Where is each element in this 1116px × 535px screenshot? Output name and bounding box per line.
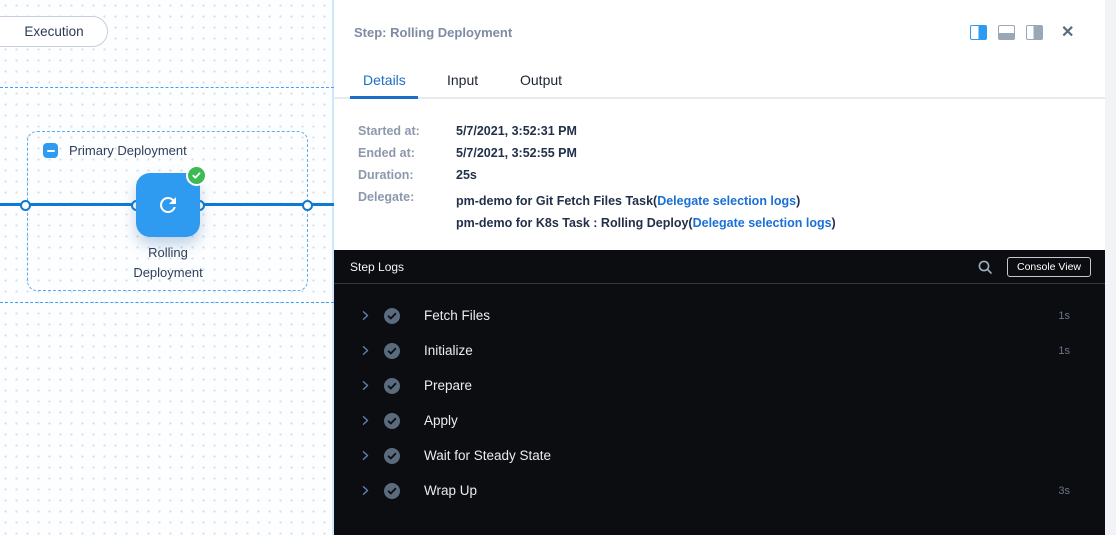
close-icon[interactable]: ✕ (1061, 22, 1074, 42)
ended-at-value: 5/7/2021, 3:52:55 PM (456, 146, 836, 161)
connector-port-group-right (302, 200, 313, 211)
tab-details[interactable]: Details (363, 72, 406, 88)
step-logs-title: Step Logs (350, 260, 404, 274)
log-duration: 3s (1058, 485, 1070, 497)
duration-value: 25s (456, 168, 836, 183)
stage-boundary-bottom (0, 302, 334, 303)
log-row-apply[interactable]: Apply (334, 403, 1105, 438)
chevron-right-icon[interactable] (360, 415, 371, 426)
log-row-fetch-files[interactable]: Fetch Files 1s (334, 298, 1105, 333)
search-icon[interactable] (977, 259, 993, 275)
group-label: Primary Deployment (69, 143, 187, 158)
node-label: Rolling Deployment (113, 243, 223, 283)
layout-split-right-icon[interactable] (970, 25, 987, 40)
panel-title: Step: Rolling Deployment (354, 25, 512, 40)
stage-boundary-top (0, 87, 334, 88)
log-row-prepare[interactable]: Prepare (334, 368, 1105, 403)
collapse-group-checkbox[interactable] (43, 143, 58, 158)
log-row-initialize[interactable]: Initialize 1s (334, 333, 1105, 368)
log-duration: 1s (1058, 345, 1070, 357)
rollback-refresh-icon (156, 193, 180, 217)
success-check-icon (384, 378, 400, 394)
tab-divider (334, 97, 1105, 99)
success-check-icon (384, 413, 400, 429)
started-at-label: Started at: (358, 124, 456, 139)
layout-panel-right-icon[interactable] (1026, 25, 1043, 40)
group-header: Primary Deployment (43, 143, 187, 158)
log-rows: Fetch Files 1s Initialize 1s Prepare App… (334, 284, 1105, 508)
log-row-wait-for-steady-state[interactable]: Wait for Steady State (334, 438, 1105, 473)
log-duration: 1s (1058, 310, 1070, 322)
success-check-icon (384, 483, 400, 499)
success-check-icon (384, 448, 400, 464)
delegate-line-1: pm-demo for Git Fetch Files Task(Delegat… (456, 190, 836, 212)
step-details-panel: Step: Rolling Deployment ✕ Details Input… (334, 0, 1105, 250)
duration-label: Duration: (358, 168, 456, 183)
success-check-icon (384, 308, 400, 324)
chevron-right-icon[interactable] (360, 345, 371, 356)
details-section: Started at: 5/7/2021, 3:52:31 PM Ended a… (358, 124, 836, 234)
log-row-wrap-up[interactable]: Wrap Up 3s (334, 473, 1105, 508)
execution-tab-label: Execution (24, 24, 83, 39)
delegate-value: pm-demo for Git Fetch Files Task(Delegat… (456, 190, 836, 234)
chevron-right-icon[interactable] (360, 380, 371, 391)
success-check-badge (186, 165, 207, 186)
minus-icon (47, 150, 55, 152)
tab-output[interactable]: Output (520, 72, 562, 88)
pipeline-canvas: Execution Primary Deployment Rolling Dep… (0, 0, 334, 535)
active-tab-underline (350, 96, 418, 99)
success-check-icon (384, 343, 400, 359)
started-at-value: 5/7/2021, 3:52:31 PM (456, 124, 836, 139)
execution-tab[interactable]: Execution (0, 16, 108, 47)
delegate-label: Delegate: (358, 190, 456, 234)
page-right-gutter (1105, 0, 1116, 535)
delegate-line-2: pm-demo for K8s Task : Rolling Deploy(De… (456, 212, 836, 234)
connector-port-group-left (20, 200, 31, 211)
tab-input[interactable]: Input (447, 72, 478, 88)
chevron-right-icon[interactable] (360, 485, 371, 496)
chevron-right-icon[interactable] (360, 450, 371, 461)
delegate-selection-logs-link-2[interactable]: Delegate selection logs (693, 216, 832, 230)
step-logs-header: Step Logs Console View (334, 250, 1105, 284)
step-logs-panel: Step Logs Console View Fetch Files 1s In… (334, 250, 1105, 535)
console-view-button[interactable]: Console View (1007, 257, 1091, 277)
layout-split-bottom-icon[interactable] (998, 25, 1015, 40)
ended-at-label: Ended at: (358, 146, 456, 161)
delegate-selection-logs-link-1[interactable]: Delegate selection logs (657, 194, 796, 208)
chevron-right-icon[interactable] (360, 310, 371, 321)
